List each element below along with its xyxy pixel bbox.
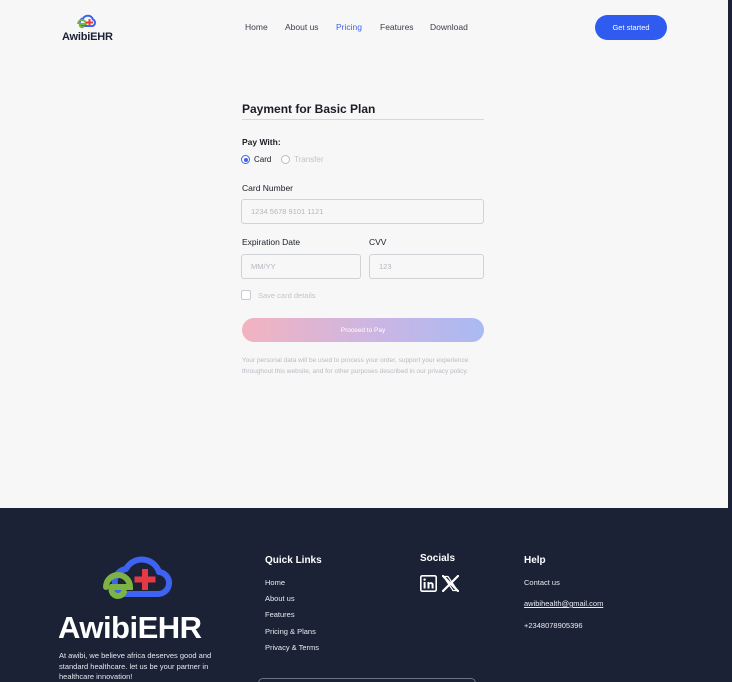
radio-transfer-label[interactable]: Transfer [294,155,324,164]
nav-download[interactable]: Download [430,22,468,32]
footer-link-about-us[interactable]: About us [265,594,295,603]
footer-input-outline[interactable] [258,678,476,682]
footer-link-home[interactable]: Home [265,578,285,587]
get-started-button[interactable]: Get started [595,15,667,40]
privacy-note: Your personal data will be used to proce… [242,357,469,375]
logo-text: AwibiEHR [62,31,113,43]
pay-with-label: Pay With: [242,137,281,147]
footer-logo-icon [103,556,173,599]
cvv-label: CVV [369,237,387,247]
title-divider [242,119,484,120]
linkedin-icon[interactable] [420,575,437,592]
logo-icon [77,14,96,29]
save-card-label[interactable]: Save card details [258,291,316,300]
expiration-date-label: Expiration Date [242,237,301,247]
footer-link-pricing-plans[interactable]: Pricing & Plans [265,627,316,636]
email-link[interactable]: awibihealth@gmail.com [524,599,603,608]
help-heading: Help [524,555,546,566]
footer-description: At awibi, we believe africa deserves goo… [59,651,212,681]
radio-transfer[interactable] [281,155,290,164]
expiration-date-input[interactable]: MM/YY [241,254,361,279]
footer: AwibiEHR At awibi, we believe africa des… [0,508,728,682]
page: AwibiEHR Home About us Pricing Features … [0,0,728,682]
contact-us-link[interactable]: Contact us [524,578,560,587]
phone-number: +2348078905396 [524,621,583,630]
cvv-input[interactable]: 123 [369,254,484,279]
radio-card-label[interactable]: Card [254,155,271,164]
save-card-checkbox[interactable] [241,290,251,300]
nav-about-us[interactable]: About us [285,22,319,32]
footer-link-privacy-terms[interactable]: Privacy & Terms [265,643,319,652]
card-number-input[interactable]: 1234 5678 9101 1121 [241,199,484,224]
header-logo[interactable]: AwibiEHR [62,14,114,44]
socials-heading: Socials [420,553,456,564]
nav-home[interactable]: Home [245,22,268,32]
footer-link-features[interactable]: Features [265,610,295,619]
nav-features[interactable]: Features [380,22,414,32]
radio-card[interactable] [241,155,250,164]
window-edge [728,0,732,682]
page-title: Payment for Basic Plan [242,102,376,116]
proceed-to-pay-button[interactable]: Proceed to Pay [242,318,484,342]
x-icon[interactable] [442,575,459,592]
quick-links-heading: Quick Links [265,555,322,566]
card-number-label: Card Number [242,183,294,193]
nav-pricing[interactable]: Pricing [336,22,362,32]
footer-logo-text: AwibiEHR [58,610,202,645]
